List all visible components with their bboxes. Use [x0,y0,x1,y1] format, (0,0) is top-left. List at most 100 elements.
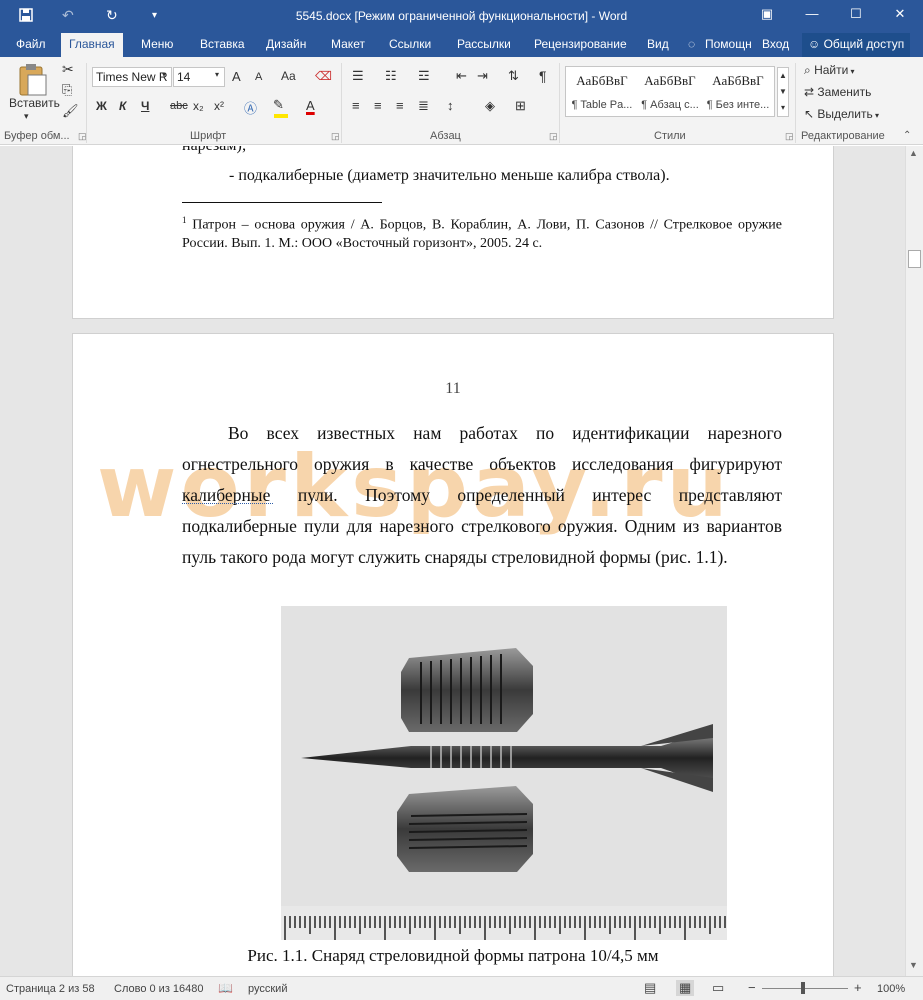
tell-me-icon[interactable]: ◌ [688,37,695,51]
print-layout-icon[interactable]: ▦ [676,980,695,996]
styles-scroll[interactable]: ▲ ▼ ▾ [777,67,789,117]
zoom-level[interactable]: 100% [877,983,905,995]
paragraph-line: огнестрельного оружия в качестве объекто… [182,454,782,474]
find-button[interactable]: ⌕ Найти ▾ [804,63,855,78]
paste-button[interactable]: Вставить [9,96,60,110]
strikethrough-button[interactable]: abc [170,100,188,112]
increase-indent-icon[interactable]: ⇥ [477,68,488,84]
bullets-icon[interactable]: ☰ [352,68,364,84]
read-mode-icon[interactable]: ▤ [644,980,656,996]
copy-icon[interactable]: ⎘ [62,82,72,98]
zoom-out-icon[interactable]: − [748,980,756,995]
font-name-input[interactable]: Times New R [92,67,172,87]
replace-button[interactable]: ⇄ Заменить [804,85,871,99]
cut-icon[interactable]: ✂ [62,61,74,78]
tab-insert[interactable]: Вставка [200,37,245,51]
paragraph-line: пуль такого рода могут служить снаряды с… [182,547,728,567]
tab-file[interactable]: Файл [16,37,46,51]
clipboard-group-label: Буфер обм... [4,130,70,142]
tell-me-box[interactable]: Помощн [705,37,752,51]
tab-view[interactable]: Вид [647,37,669,51]
tab-home[interactable]: Главная [61,33,123,57]
subscript-button[interactable]: x₂ [193,99,204,113]
style-label[interactable]: ¶ Без инте... [704,99,772,111]
styles-gallery: АаБбВвГ ¶ Table Pa... АаБбВвГ ¶ Абзац с.… [565,66,775,117]
highlight-color-swatch [274,114,288,118]
style-label[interactable]: ¶ Абзац с... [636,99,704,111]
font-color-icon[interactable]: A [306,98,315,113]
font-name-dropdown-icon[interactable]: ▾ [162,70,166,79]
show-marks-button[interactable]: ¶ [539,68,547,84]
select-button[interactable]: ↖ Выделить ▾ [804,107,879,121]
multilevel-list-icon[interactable]: ☲ [418,68,430,84]
replace-icon: ⇄ [804,85,818,99]
scroll-thumb[interactable] [908,250,921,268]
tab-references[interactable]: Ссылки [389,37,431,51]
share-label: Общий доступ [823,37,905,51]
sort-icon[interactable]: ⇅ [508,68,519,84]
sign-in-link[interactable]: Вход [762,37,789,51]
tab-layout[interactable]: Макет [331,37,365,51]
tab-menu[interactable]: Меню [141,37,173,51]
web-layout-icon[interactable]: ▭ [712,980,724,996]
tab-design[interactable]: Дизайн [266,37,306,51]
zoom-in-icon[interactable]: + [854,980,862,995]
proofing-icon[interactable]: 📖 [218,981,233,995]
style-label[interactable]: ¶ Table Pa... [568,99,636,111]
line-spacing-icon[interactable]: ↕ [447,98,454,113]
shrink-font-button[interactable]: A [255,71,262,83]
minimize-button[interactable]: — [802,6,822,26]
ribbon-display-button[interactable]: ▣ [757,6,777,26]
tab-review[interactable]: Рецензирование [534,37,627,51]
clear-formatting-icon[interactable]: ⌫ [315,69,332,83]
spell-underline [182,503,273,504]
styles-group-label: Стили [654,130,686,142]
align-center-icon[interactable]: ≡ [374,98,382,113]
language-status[interactable]: русский [248,983,287,995]
align-left-icon[interactable]: ≡ [352,98,360,113]
style-sample[interactable]: АаБбВвГ [636,73,704,89]
styles-launcher-icon[interactable]: ◲ [785,131,794,142]
scroll-up-icon[interactable]: ▲ [909,148,918,158]
scroll-down-icon[interactable]: ▼ [909,960,918,970]
bold-button[interactable]: Ж [96,99,107,113]
change-case-button[interactable]: Aa [281,69,296,83]
separator [341,63,342,143]
sabot-lower [397,786,533,872]
paste-icon[interactable] [14,63,54,99]
share-button[interactable]: ☺ Общий доступ [802,33,911,57]
paragraph-launcher-icon[interactable]: ◲ [549,131,558,142]
status-bar: Страница 2 из 58 Слово 0 из 16480 📖 русс… [0,976,923,1000]
italic-button[interactable]: К [119,99,126,113]
superscript-button[interactable]: x² [214,99,224,113]
style-sample[interactable]: АаБбВвГ [568,73,636,89]
underline-button[interactable]: Ч [141,99,149,113]
zoom-slider[interactable] [762,988,848,989]
style-sample[interactable]: АаБбВвГ [704,73,772,89]
separator [559,63,560,143]
zoom-slider-thumb[interactable] [801,982,805,994]
tab-mailings[interactable]: Рассылки [457,37,511,51]
shading-icon[interactable]: ◈ [485,98,495,114]
document-area[interactable]: нарезам); - подкалиберные (диаметр значи… [0,146,905,976]
highlight-icon[interactable]: ✎ [273,97,284,113]
page-status[interactable]: Страница 2 из 58 [6,983,95,995]
word-count[interactable]: Слово 0 из 16480 [114,983,204,995]
decrease-indent-icon[interactable]: ⇤ [456,68,467,84]
vertical-scrollbar[interactable]: ▲ ▼ [905,146,923,976]
maximize-button[interactable]: ☐ [846,6,866,26]
text-effects-icon[interactable]: Ⓐ [244,98,257,117]
font-launcher-icon[interactable]: ◲ [331,131,340,142]
format-painter-icon[interactable]: 🖌 [62,103,79,119]
collapse-ribbon-icon[interactable]: ⌃ [903,130,911,141]
paste-dropdown-icon[interactable]: ▾ [24,111,29,122]
borders-icon[interactable]: ⊞ [515,98,526,114]
justify-icon[interactable]: ≣ [418,98,429,114]
select-icon: ↖ [804,107,818,121]
font-size-dropdown-icon[interactable]: ▾ [215,70,219,79]
grow-font-button[interactable]: A [232,69,241,84]
close-button[interactable]: ✕ [890,6,910,26]
editing-group-label: Редактирование [801,130,885,142]
align-right-icon[interactable]: ≡ [396,98,404,113]
numbering-icon[interactable]: ☷ [385,68,397,84]
